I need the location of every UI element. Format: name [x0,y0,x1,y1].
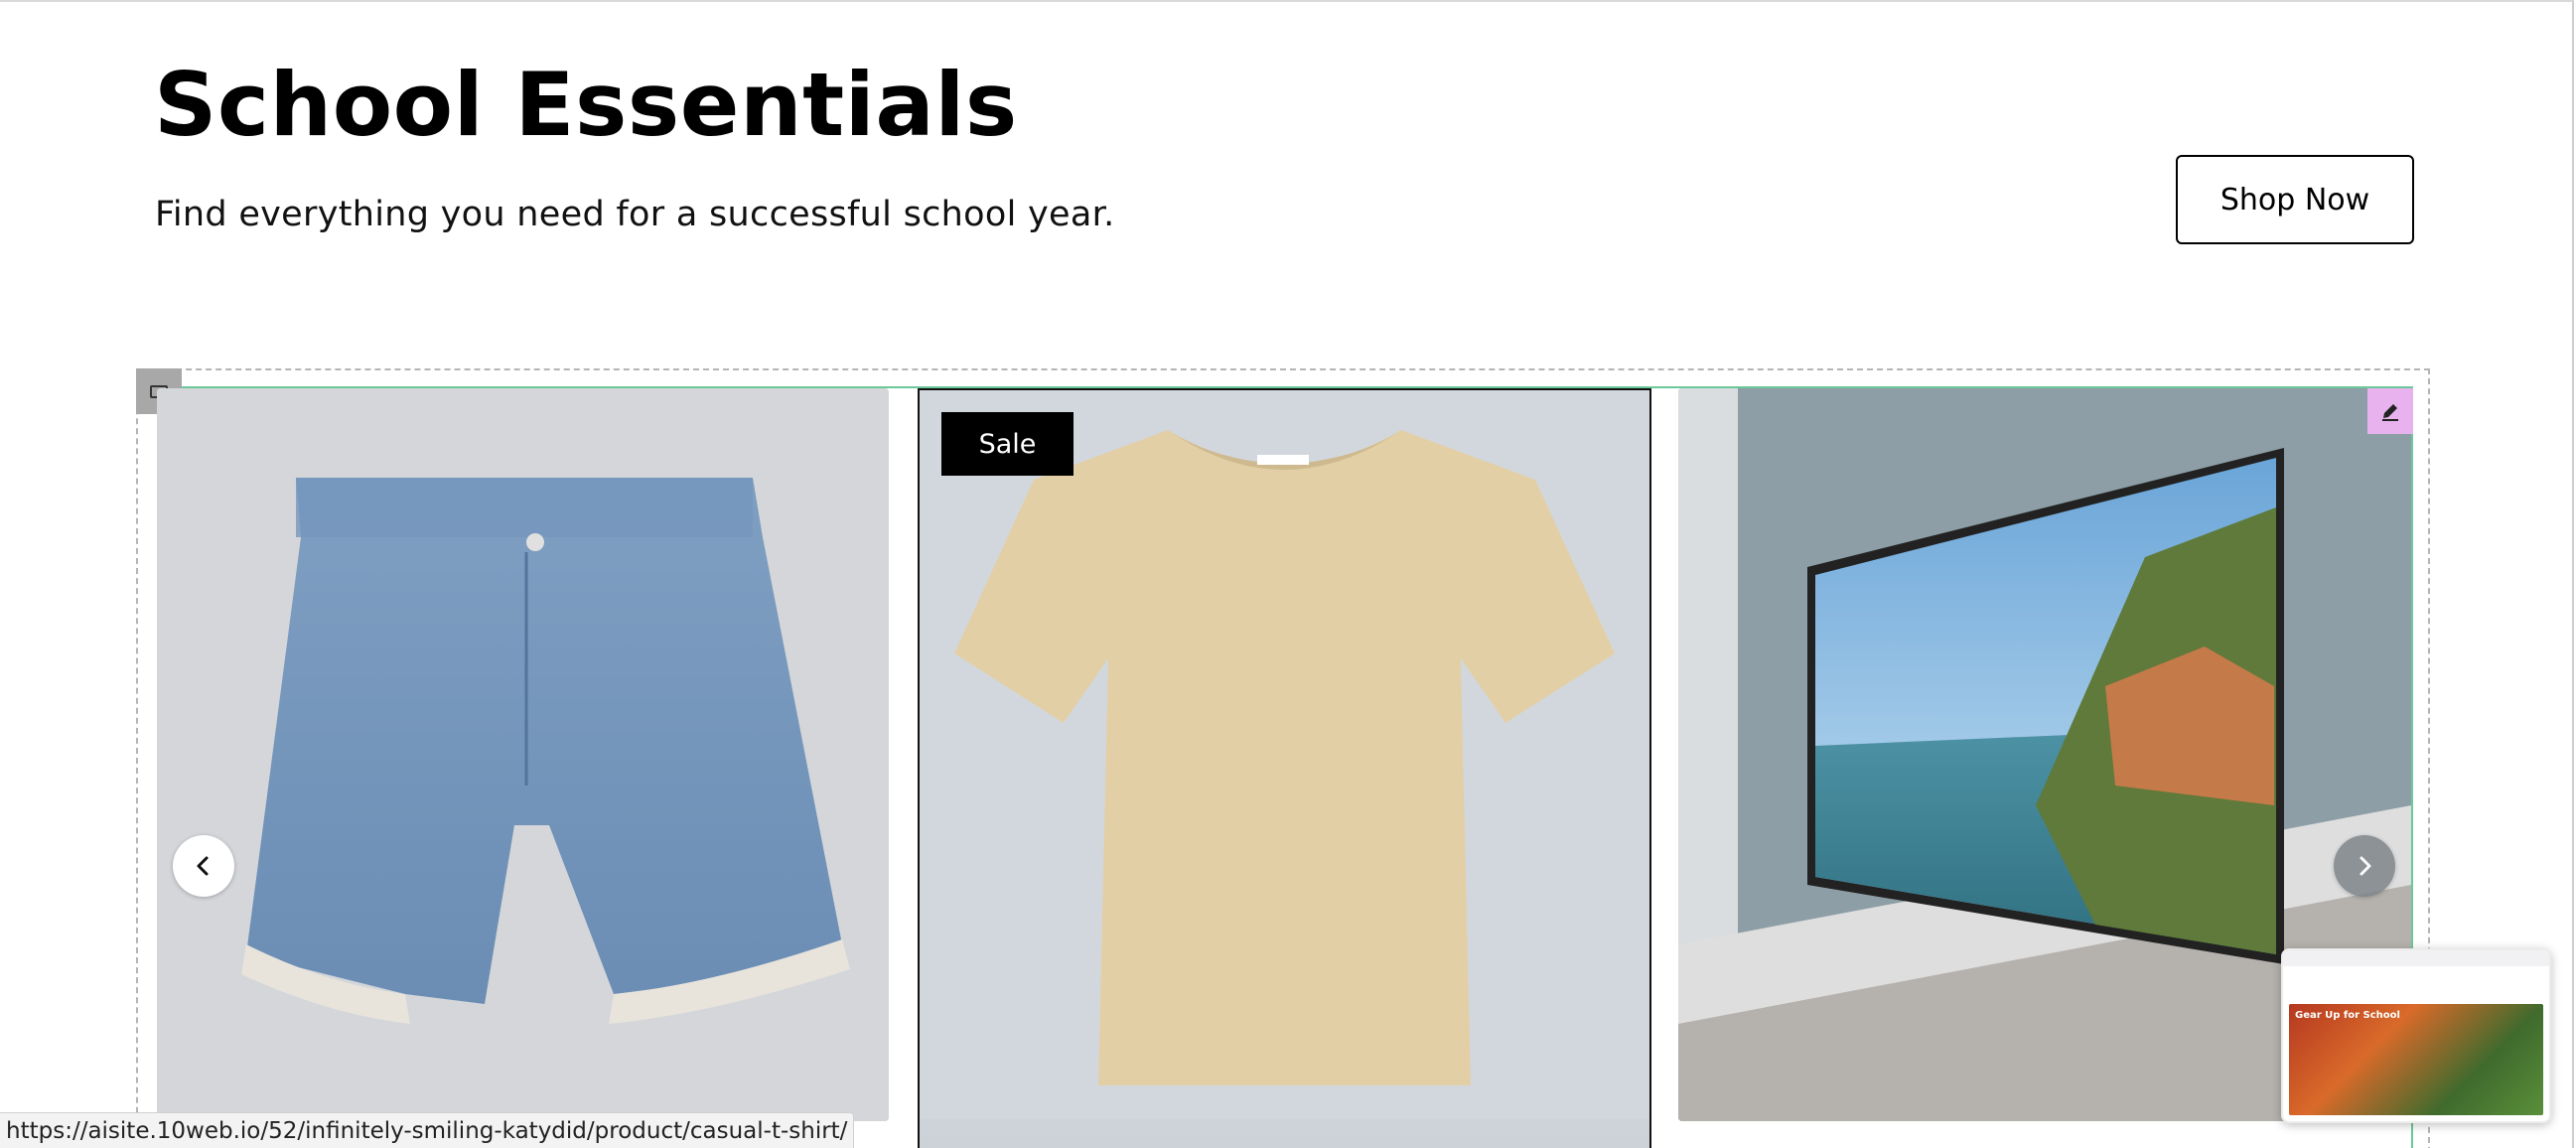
chevron-left-icon [197,856,209,876]
edit-button[interactable] [2367,388,2413,434]
pencil-icon [2382,404,2398,421]
product-card-denim-shorts[interactable] [157,388,889,1121]
shop-now-button[interactable]: Shop Now [2176,155,2414,244]
sale-badge: Sale [941,412,1073,476]
status-bar-url: https://aisite.10web.io/52/infinitely-sm… [0,1112,855,1148]
beige-tshirt-image [920,390,1649,1119]
denim-shorts-image [157,388,889,1121]
carousel-prev-button[interactable] [173,835,234,897]
product-card-casual-t-shirt[interactable] [918,388,1651,1148]
carousel-next-button[interactable] [2334,835,2395,897]
preview-hero-text: Gear Up for School [2295,1010,2400,1021]
page-title: School Essentials [154,54,1018,156]
chevron-right-icon [2360,856,2371,876]
page-preview-thumbnail[interactable]: Gear Up for School [2281,948,2551,1123]
preview-browser-bar [2283,950,2549,966]
page-subtitle: Find everything you need for a successfu… [155,195,1115,234]
